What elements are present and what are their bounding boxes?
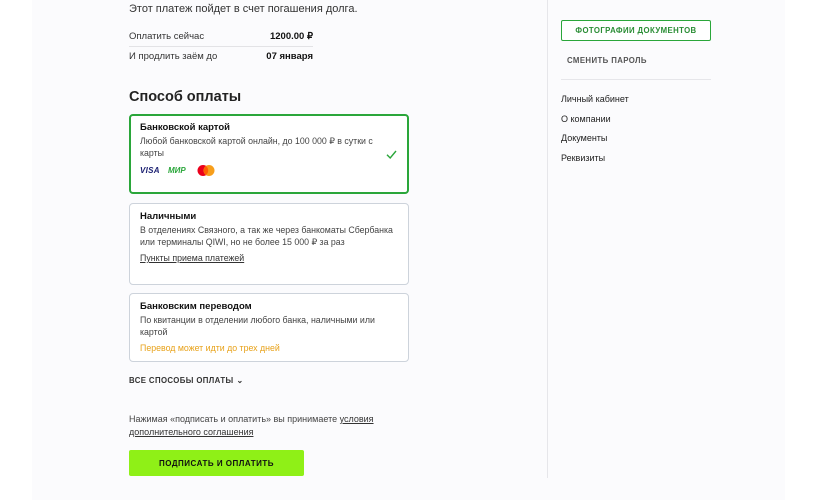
extend-value: 07 января	[266, 51, 313, 62]
method-title: Банковской картой	[140, 122, 230, 133]
method-title: Банковским переводом	[140, 301, 252, 312]
sidebar-item-requisites[interactable]: Реквизиты	[561, 152, 629, 172]
method-description: В отделениях Связного, а так же через ба…	[140, 225, 393, 247]
payment-method-card[interactable]: Банковской картой Любой банковской карто…	[129, 114, 409, 194]
all-methods-label: ВСЕ СПОСОБЫ ОПЛАТЫ	[129, 376, 234, 385]
pay-now-value: 1200.00 ₽	[269, 31, 313, 42]
sidebar-item-documents[interactable]: Документы	[561, 132, 629, 152]
mastercard-icon	[197, 165, 215, 176]
agreement-prefix: Нажимая «подписать и оплатить» вы приним…	[129, 414, 340, 424]
payment-points-link[interactable]: Пункты приема платежей	[140, 253, 244, 263]
agreement-text: Нажимая «подписать и оплатить» вы приним…	[129, 413, 389, 439]
transfer-warning: Перевод может идти до трех дней	[140, 343, 280, 353]
payment-method-cash[interactable]: Наличными В отделениях Связного, а так ж…	[129, 203, 409, 285]
payment-notice: Этот платеж пойдет в счет погашения долг…	[129, 3, 358, 15]
visa-logo: VISA	[140, 166, 160, 175]
payment-page: Этот платеж пойдет в счет погашения долг…	[0, 0, 825, 500]
change-password-link[interactable]: СМЕНИТЬ ПАРОЛЬ	[567, 56, 647, 65]
summary-row-extend: И продлить заём до 07 января	[129, 51, 313, 66]
payment-method-bank-transfer[interactable]: Банковским переводом По квитанции в отде…	[129, 293, 409, 362]
document-photos-button[interactable]: ФОТОГРАФИИ ДОКУМЕНТОВ	[561, 20, 711, 41]
sidebar-item-about[interactable]: О компании	[561, 113, 629, 133]
method-description: Любой банковской картой онлайн, до 100 0…	[140, 136, 373, 158]
chevron-down-icon: ⌄	[236, 376, 244, 385]
pay-now-label: Оплатить сейчас	[129, 31, 205, 42]
method-title: Наличными	[140, 211, 197, 222]
mir-logo: МИР	[168, 166, 186, 175]
extend-label: И продлить заём до	[129, 51, 218, 62]
sidebar-item-account[interactable]: Личный кабинет	[561, 93, 629, 113]
card-logos: VISA МИР	[140, 164, 398, 178]
sign-and-pay-button[interactable]: ПОДПИСАТЬ И ОПЛАТИТЬ	[129, 450, 304, 476]
checkmark-icon	[386, 150, 397, 160]
payment-method-title: Способ оплаты	[129, 89, 242, 105]
sidebar-separator	[561, 79, 711, 80]
all-methods-toggle[interactable]: ВСЕ СПОСОБЫ ОПЛАТЫ ⌄	[129, 376, 244, 385]
sidebar-divider	[547, 0, 548, 478]
summary-row-pay-now: Оплатить сейчас 1200.00 ₽	[129, 31, 313, 47]
method-description: По квитанции в отделении любого банка, н…	[140, 315, 375, 337]
sidebar-nav: Личный кабинет О компании Документы Рекв…	[561, 93, 629, 172]
